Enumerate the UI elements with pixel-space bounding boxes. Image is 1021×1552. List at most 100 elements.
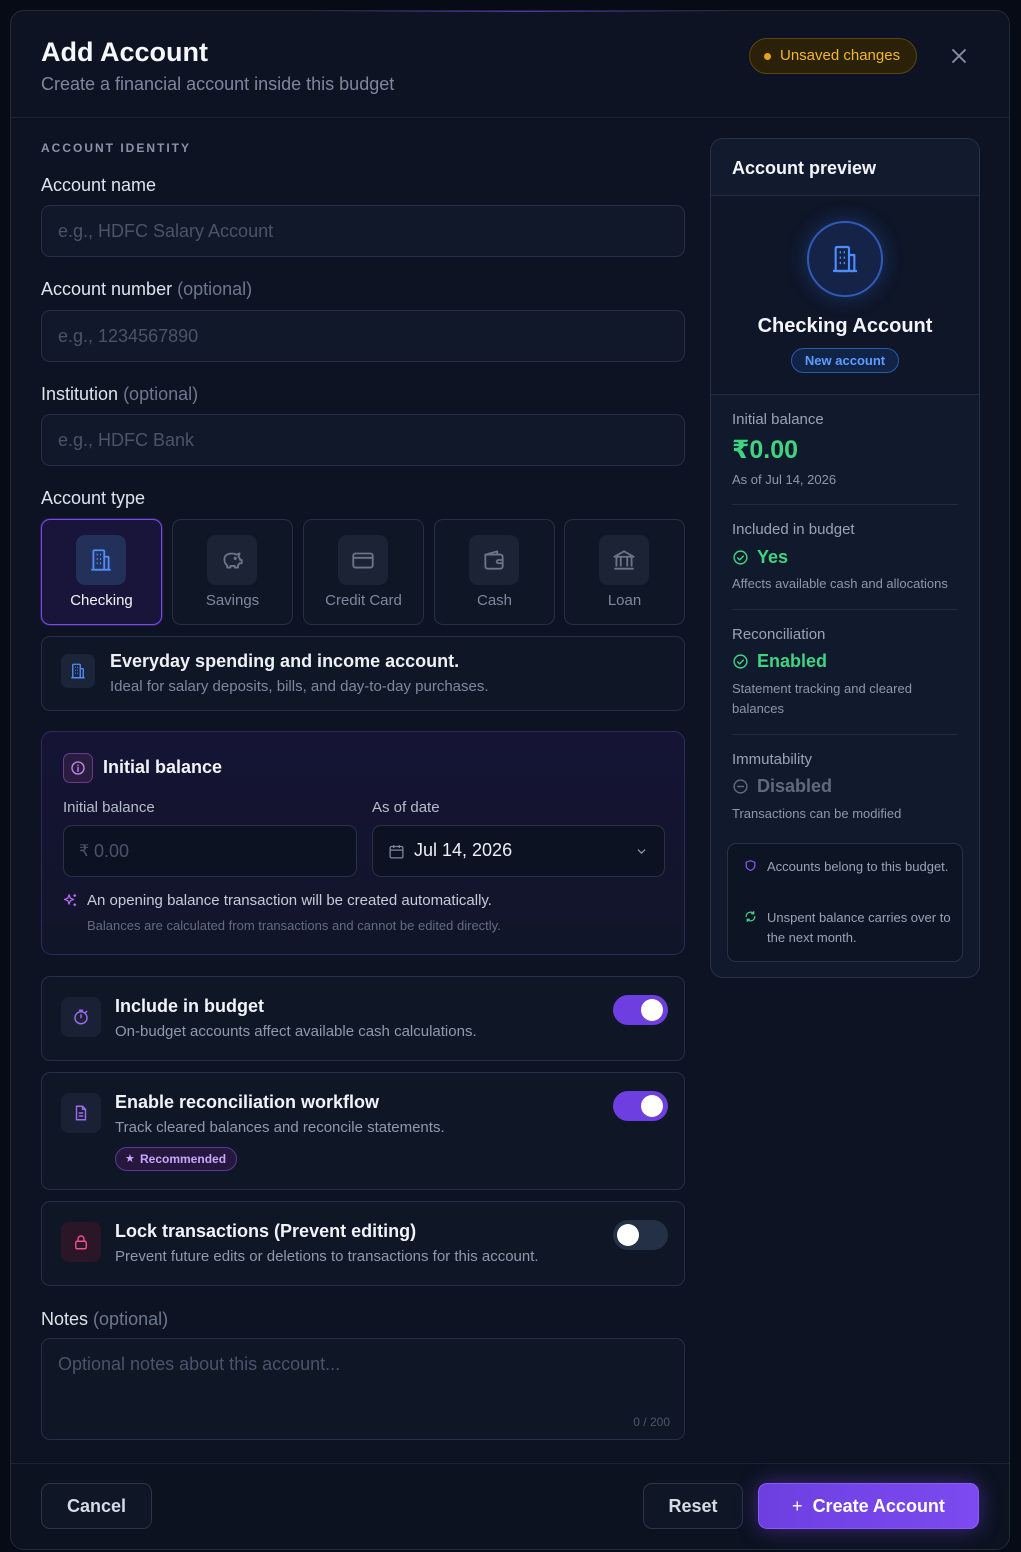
building-icon-wrap	[807, 221, 883, 297]
notes-textarea[interactable]	[42, 1339, 684, 1439]
reset-button[interactable]: Reset	[643, 1483, 743, 1529]
institution-input[interactable]	[41, 414, 685, 466]
divider	[732, 504, 958, 505]
account-name-input[interactable]	[41, 205, 685, 257]
create-account-button[interactable]: + Create Account	[758, 1483, 979, 1529]
unsaved-changes-badge: Unsaved changes	[749, 38, 918, 74]
stopwatch-icon-wrap	[61, 997, 101, 1037]
wallet-icon-wrap	[469, 535, 519, 585]
building-icon	[833, 245, 857, 273]
reconciliation-toggle[interactable]	[613, 1091, 668, 1121]
preview-immutability-status-text: Disabled	[757, 776, 833, 796]
divider	[732, 609, 958, 610]
preview-budget-note: Affects available cash and allocations	[732, 576, 948, 591]
preview-immutability-note: Transactions can be modified	[732, 806, 902, 821]
stopwatch-icon	[74, 1009, 88, 1025]
notes-label: Notes (optional)	[41, 1309, 168, 1330]
lock-transactions-toggle[interactable]	[613, 1220, 668, 1250]
status-dot	[764, 53, 771, 60]
account-number-input[interactable]	[41, 310, 685, 362]
star-icon: ★	[125, 1153, 135, 1165]
refresh-icon	[745, 911, 756, 922]
account-type-checking[interactable]: Checking	[41, 519, 162, 625]
info-icon	[71, 761, 85, 775]
toggle-knob	[641, 999, 663, 1021]
include-in-budget-title: Include in budget	[115, 996, 264, 1016]
preview-hero: Checking Account New account	[711, 196, 979, 395]
document-icon-wrap	[61, 1093, 101, 1133]
credit-card-icon	[352, 552, 374, 569]
account-number-label-text: Account number	[41, 279, 173, 299]
piggy-bank-icon	[223, 552, 243, 569]
preview-info-box: Accounts belong to this budget. Unspent …	[727, 843, 963, 962]
sparkles-icon	[63, 894, 77, 907]
shield-icon	[745, 860, 756, 871]
account-type-loan[interactable]: Loan	[564, 519, 685, 625]
lock-transactions-description: Prevent future edits or deletions to tra…	[115, 1248, 539, 1265]
include-in-budget-card: Include in budget On-budget accounts aff…	[41, 976, 685, 1061]
preview-info-row: Unspent balance carries over to the next…	[744, 908, 954, 948]
preview-balance-label: Initial balance	[732, 411, 824, 428]
preview-budget-status-text: Yes	[757, 547, 789, 567]
bank-icon-wrap	[599, 535, 649, 585]
check-circle-icon	[733, 654, 748, 669]
preview-title: Account preview	[732, 158, 877, 178]
create-account-label: Create Account	[812, 1496, 945, 1516]
close-button[interactable]	[948, 45, 970, 67]
account-type-description-title: Everyday spending and income account.	[110, 651, 460, 671]
recommended-badge-label: Recommended	[140, 1152, 227, 1166]
lock-icon	[75, 1235, 87, 1250]
optional-hint: (optional)	[123, 384, 199, 404]
initial-balance-heading: Initial balance	[103, 757, 223, 777]
piggy-bank-icon-wrap	[207, 535, 257, 585]
include-in-budget-toggle[interactable]	[613, 995, 668, 1025]
account-type-label: Savings	[205, 592, 260, 609]
account-type-credit-card[interactable]: Credit Card	[303, 519, 424, 625]
unsaved-changes-label: Unsaved changes	[780, 47, 901, 64]
chevron-down-icon	[637, 849, 646, 854]
account-type-description-text: Ideal for salary deposits, bills, and da…	[110, 678, 489, 695]
as-of-date-label: As of date	[372, 799, 440, 816]
include-in-budget-description: On-budget accounts affect available cash…	[115, 1023, 477, 1040]
account-number-label: Account number (optional)	[41, 279, 252, 300]
lock-transactions-title: Lock transactions (Prevent editing)	[115, 1221, 417, 1241]
preview-budget-label: Included in budget	[732, 521, 855, 538]
info-icon-wrap	[63, 753, 93, 783]
new-account-badge: New account	[791, 348, 899, 373]
lock-transactions-card: Lock transactions (Prevent editing) Prev…	[41, 1201, 685, 1286]
preview-balance-value: ₹0.00	[732, 436, 799, 464]
account-name-label: Account name	[41, 175, 157, 195]
bank-icon	[613, 550, 635, 570]
preview-info-1: Accounts belong to this budget.	[767, 859, 949, 874]
preview-reconcile-note: Statement tracking and cleared balances	[732, 681, 912, 716]
opening-balance-note: An opening balance transaction will be c…	[87, 892, 492, 909]
as-of-date-picker[interactable]: Jul 14, 2026	[372, 825, 665, 877]
preview-budget-status: Yes	[732, 547, 788, 568]
initial-balance-amount-label: Initial balance	[63, 799, 155, 816]
notes-character-counter: 0 / 200	[633, 1415, 670, 1429]
optional-hint: (optional)	[93, 1309, 169, 1329]
building-icon	[91, 549, 111, 571]
preview-immutability-status: Disabled	[732, 776, 832, 797]
reconciliation-title: Enable reconciliation workflow	[115, 1092, 380, 1112]
modal-subtitle: Create a financial account inside this b…	[41, 74, 395, 94]
account-type-cash[interactable]: Cash	[434, 519, 555, 625]
initial-balance-card: Initial balance Initial balance ₹ As of …	[41, 731, 685, 955]
initial-balance-input[interactable]	[94, 826, 344, 876]
recommended-badge: ★ Recommended	[115, 1147, 238, 1171]
account-type-savings[interactable]: Savings	[172, 519, 293, 625]
divider	[732, 734, 958, 735]
section-label-identity: ACCOUNT IDENTITY	[41, 141, 191, 155]
account-type-label: Loan	[607, 592, 642, 609]
account-type-label: Cash	[476, 592, 513, 609]
preview-info-2: Unspent balance carries over to the next…	[767, 910, 951, 945]
institution-label: Institution (optional)	[41, 384, 198, 405]
optional-hint: (optional)	[177, 279, 253, 299]
building-icon	[71, 663, 85, 679]
cancel-button[interactable]: Cancel	[41, 1483, 152, 1529]
preview-reconcile-status: Enabled	[732, 651, 827, 672]
balance-calculation-note: Balances are calculated from transaction…	[87, 918, 501, 933]
initial-balance-field[interactable]: ₹	[63, 825, 357, 877]
preview-reconcile-label: Reconciliation	[732, 626, 826, 643]
preview-header: Account preview	[711, 139, 979, 196]
